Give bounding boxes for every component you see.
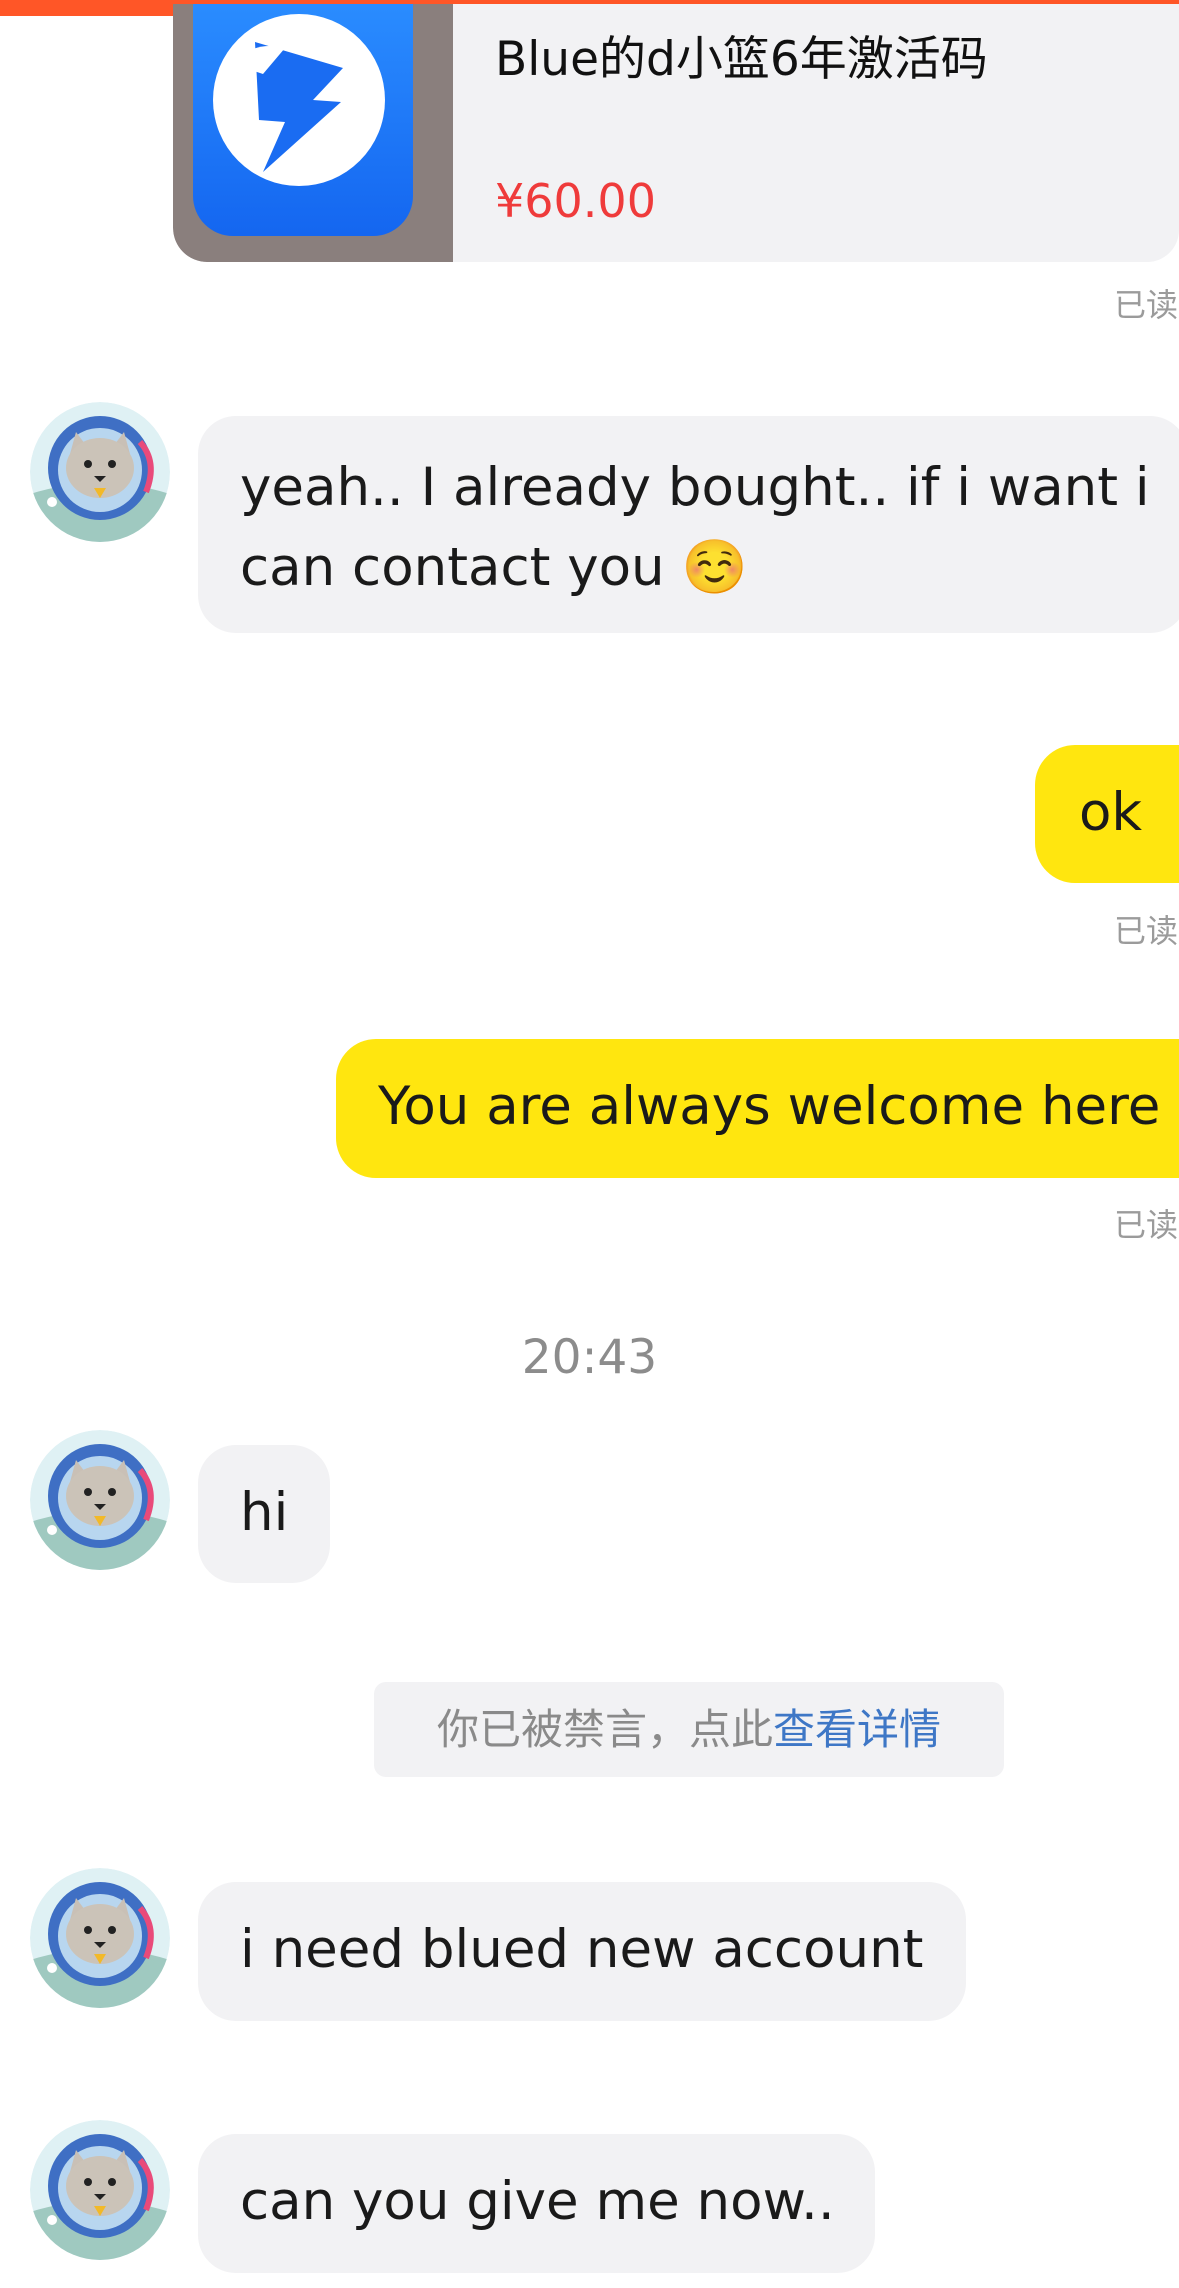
- product-thumbnail: [173, 4, 453, 262]
- contact-avatar[interactable]: [30, 402, 170, 542]
- message-line-1: yeah.. I already bought.. if i want i: [240, 457, 1150, 518]
- product-title: Blue的d小篮6年激活码: [495, 32, 988, 87]
- message-bubble-outgoing: You are always welcome here: [336, 1039, 1179, 1178]
- view-details-link[interactable]: 查看详情: [773, 1705, 941, 1754]
- message-bubble-incoming: i need blued new account: [198, 1882, 966, 2021]
- chat-screen: Blue的d小篮6年激活码 ¥60.00 已读 yeah.. I already…: [0, 0, 1179, 2288]
- product-price: ¥60.00: [495, 174, 656, 228]
- product-card[interactable]: Blue的d小篮6年激活码 ¥60.00: [173, 4, 1179, 262]
- message-bubble-incoming: hi: [198, 1445, 330, 1583]
- read-status: 已读: [1114, 286, 1179, 324]
- muted-notice: 你已被禁言，点此查看详情: [374, 1682, 1004, 1777]
- smiling-emoji-icon: ☺️: [681, 537, 748, 598]
- contact-avatar[interactable]: [30, 1430, 170, 1570]
- notice-text: 你已被禁言，点此: [436, 1705, 773, 1754]
- blued-app-icon: [193, 4, 413, 236]
- contact-avatar[interactable]: [30, 2120, 170, 2260]
- timestamp-label: 20:43: [521, 1330, 658, 1385]
- read-status: 已读: [1114, 912, 1179, 950]
- message-bubble-outgoing: ok: [1035, 745, 1179, 883]
- contact-avatar[interactable]: [30, 1868, 170, 2008]
- message-line-2: can contact you ☺️: [240, 537, 748, 598]
- read-status: 已读: [1114, 1206, 1179, 1244]
- message-bubble-incoming: can you give me now..: [198, 2134, 875, 2273]
- message-bubble-incoming: yeah.. I already bought.. if i want i ca…: [198, 416, 1179, 633]
